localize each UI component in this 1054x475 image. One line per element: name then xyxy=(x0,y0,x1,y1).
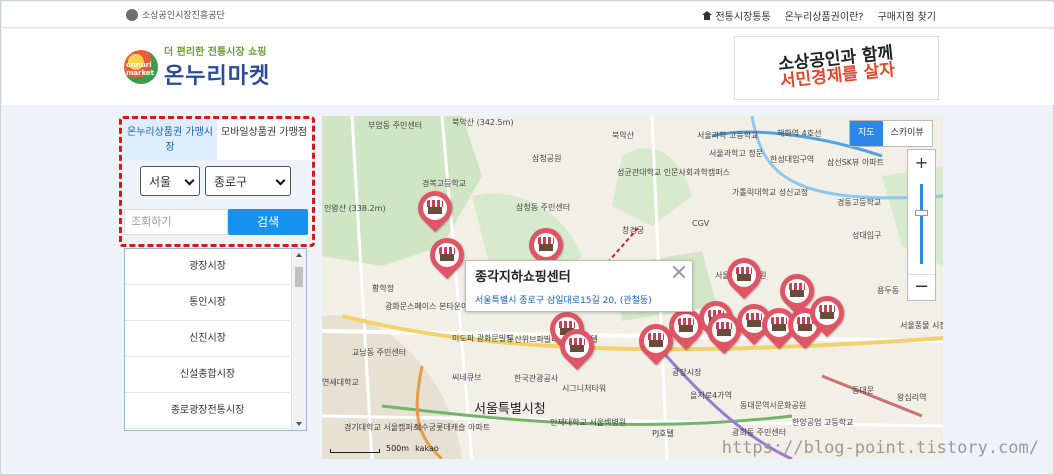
scroll-up-icon[interactable] xyxy=(296,253,302,257)
zoom-out-button[interactable]: − xyxy=(908,274,935,300)
map-label: 시그니처타워 xyxy=(562,384,607,393)
zoom-slider-handle[interactable] xyxy=(915,210,928,216)
zoom-slider-track[interactable] xyxy=(920,184,923,264)
top-link-about[interactable]: 온누리상품권이란? xyxy=(785,8,864,23)
market-pin[interactable] xyxy=(631,316,681,368)
list-item[interactable]: 광장시장 xyxy=(125,249,290,285)
kakao-brand: kakao xyxy=(415,444,439,453)
map-label: 성균관대학교 인문사회과학캠퍼스 xyxy=(617,168,730,177)
top-bar: 소상공인시장진흥공단 전통시장통통 온누리상품권이란? 구매지점 찾기 xyxy=(2,2,1054,28)
logo-tagline: 더 편리한 전통시장 쇼핑 xyxy=(164,47,267,58)
market-pin[interactable] xyxy=(552,321,602,373)
top-links: 전통시장통통 온누리상품권이란? 구매지점 찾기 xyxy=(702,8,936,23)
map-label: 삼선SK뷰 아파트 xyxy=(827,158,885,167)
map-label: 경기대학교 서울캠퍼스 xyxy=(344,423,421,432)
market-info-popup: 종각지하쇼핑센터 서울특별시 종로구 삼일대로15길 20, (관철동) xyxy=(465,260,693,312)
logo-name: 온누리마켓 xyxy=(164,64,271,89)
map-type-skyview[interactable]: 스카이뷰 xyxy=(883,121,932,146)
map-label: 북악산 (342.5m) xyxy=(452,118,514,127)
site-logo[interactable]: onnuri market 더 편리한 전통시장 쇼핑 온누리마켓 xyxy=(124,43,270,90)
map-label: 성대입구 xyxy=(852,231,882,240)
list-item[interactable]: 신설종합시장 xyxy=(125,357,290,393)
blog-watermark: https://blog-point.tistory.com/ xyxy=(721,438,1039,458)
map-label: 덕수궁롯데캐슬 아파트 xyxy=(414,423,491,432)
map-label: 황학정 xyxy=(372,284,395,293)
market-pin[interactable] xyxy=(410,183,460,235)
map-label: 혜화역 4호선 xyxy=(777,129,822,138)
agency-link[interactable]: 소상공인시장진흥공단 xyxy=(126,8,225,21)
top-link-tongtong[interactable]: 전통시장통통 xyxy=(702,8,771,23)
top-link-find-store[interactable]: 구매지점 찾기 xyxy=(878,8,936,23)
zoom-control: + − xyxy=(907,149,936,301)
market-list[interactable]: 광장시장 통인시장 신진시장 신설종합시장 종로광장전통시장 xyxy=(124,248,307,431)
market-pin[interactable] xyxy=(719,250,769,302)
page-frame: 소상공인시장진흥공단 전통시장통통 온누리상품권이란? 구매지점 찾기 onnu… xyxy=(0,0,1054,475)
site-header: onnuri market 더 편리한 전통시장 쇼핑 온누리마켓 소상공인과 … xyxy=(2,29,1054,105)
market-pin[interactable] xyxy=(422,230,472,282)
scroll-thumb[interactable] xyxy=(295,267,303,287)
map-label: 부암동 주민센터 xyxy=(368,121,423,130)
map-label: 서울과학 고등학교 xyxy=(697,131,759,140)
map-label: 한양공업 고등학교 xyxy=(792,418,854,427)
popup-address[interactable]: 서울특별시 종로구 삼일대로15길 20, (관철동) xyxy=(475,293,652,306)
map-label: 연세대학교 xyxy=(322,378,359,387)
onnuri-logo-icon: onnuri market xyxy=(124,49,158,84)
highlight-dashed-box xyxy=(119,116,315,247)
map-label: 광희동 주민센터 xyxy=(732,428,787,437)
popup-title: 종각지하쇼핑센터 xyxy=(475,270,571,285)
map-label-city-hall: 서울특별시청 xyxy=(474,402,546,417)
scale-line xyxy=(330,449,380,453)
map-label: 인왕산 (338.2m) xyxy=(324,204,386,213)
map-label: 서울과학고 정문 xyxy=(709,149,764,158)
map-label: 미도파 광화문빌딩 xyxy=(452,334,514,343)
map-label: 씨네큐브 xyxy=(452,373,482,382)
list-item[interactable]: 통인시장 xyxy=(125,285,290,321)
zoom-in-button[interactable]: + xyxy=(908,150,935,176)
campaign-banner[interactable]: 소상공인과 함께 서민경제를 살자 xyxy=(734,36,939,100)
map-label: 삼청동 주민센터 xyxy=(516,203,571,212)
map-label: 인제대학교 서울백병원 xyxy=(550,418,627,427)
list-scrollbar[interactable] xyxy=(291,249,306,430)
agency-logo-icon xyxy=(126,8,138,21)
agency-name: 소상공인시장진흥공단 xyxy=(142,11,225,21)
map-label: 한국관광공사 xyxy=(514,374,559,383)
map-label: 왕십리역 xyxy=(897,393,927,402)
map-label: 가톨릭대학교 성신교정 xyxy=(732,188,809,197)
map-label: 창경궁 xyxy=(622,226,645,235)
map-label: PJ호텔 xyxy=(652,429,674,438)
map-scale: 500m kakao xyxy=(330,444,439,453)
map-label: 경복고등학교 xyxy=(422,179,467,188)
map-label: 서울풍물 시장 xyxy=(900,321,943,330)
map-label: 경동고등학교 xyxy=(837,198,882,207)
map-label: 용두동 xyxy=(877,286,900,295)
map-label: 을지로4가역 xyxy=(690,391,732,400)
scroll-down-icon[interactable] xyxy=(296,422,302,426)
list-item[interactable]: 신진시장 xyxy=(125,321,290,357)
map-label: 북악산 xyxy=(612,131,635,140)
map-label: 교남동 주민센터 xyxy=(352,348,407,357)
map-type-toggle: 지도 스카이뷰 xyxy=(849,120,933,147)
scale-label: 500m xyxy=(386,444,410,453)
list-item[interactable]: 종로광장전통시장 xyxy=(125,393,290,429)
map-label: 광장시장 xyxy=(672,368,702,377)
close-icon[interactable] xyxy=(672,264,686,278)
map-label: 동대문 xyxy=(852,386,875,395)
map-label: CGV xyxy=(692,219,710,228)
map-label: 한성대입구역 xyxy=(770,155,815,164)
market-pin[interactable] xyxy=(802,288,852,340)
search-panel: 온누리상품권 가맹시장 모바일상품권 가맹점 서울 종로구 조회하기 검색 xyxy=(119,116,315,247)
map-type-roadmap[interactable]: 지도 xyxy=(850,121,883,146)
map-label: 삼청공원 xyxy=(532,154,562,163)
map-label: 동대문역사문화공원 xyxy=(740,401,807,410)
market-map[interactable]: 부암동 주민센터 북악산 (342.5m) 북악산 서울과학 고등학교 서울과학… xyxy=(322,116,943,459)
home-icon xyxy=(702,11,713,20)
